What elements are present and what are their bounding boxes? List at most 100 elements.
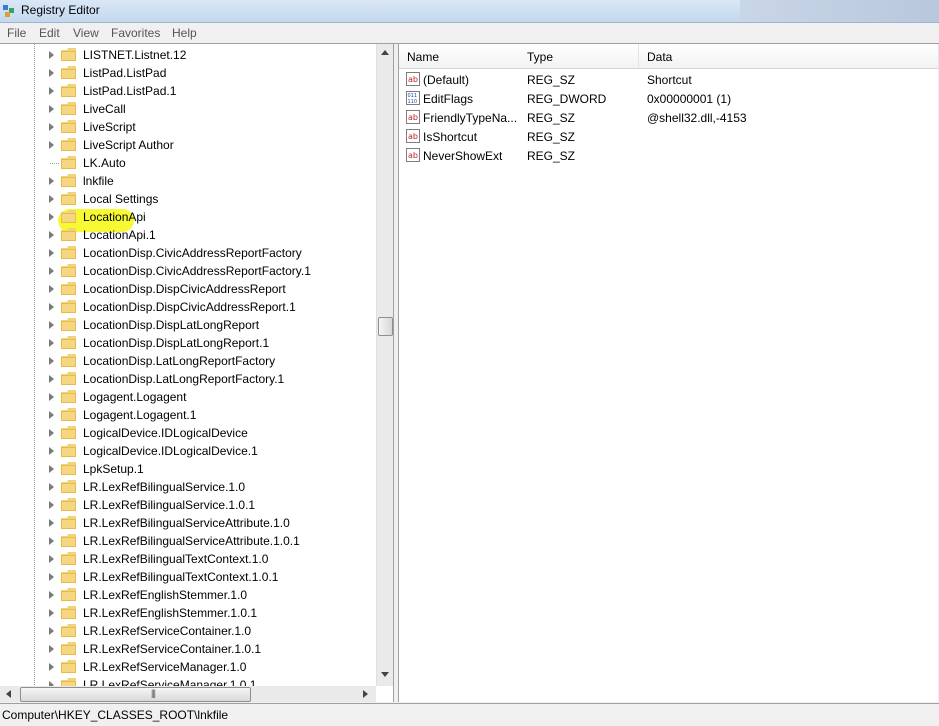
tree-item[interactable]: LR.LexRefEnglishStemmer.1.0	[0, 586, 376, 604]
tree-item[interactable]: LR.LexRefBilingualTextContext.1.0	[0, 550, 376, 568]
tree-item[interactable]: LR.LexRefBilingualTextContext.1.0.1	[0, 568, 376, 586]
expand-arrow-icon[interactable]	[49, 573, 54, 581]
tree-item[interactable]: LogicalDevice.IDLogicalDevice.1	[0, 442, 376, 460]
expand-arrow-icon[interactable]	[49, 663, 54, 671]
expand-arrow-icon[interactable]	[49, 339, 54, 347]
expand-arrow-icon[interactable]	[49, 501, 54, 509]
tree-item[interactable]: ListPad.ListPad.1	[0, 82, 376, 100]
expand-arrow-icon[interactable]	[49, 519, 54, 527]
expand-arrow-icon[interactable]	[49, 141, 54, 149]
tree-vertical-scrollbar[interactable]	[376, 44, 393, 686]
value-row[interactable]: ab FriendlyTypeNa... REG_SZ @shell32.dll,-4…	[399, 108, 938, 127]
expand-arrow-icon[interactable]	[49, 627, 54, 635]
tree-item[interactable]: LocationDisp.DispLatLongReport.1	[0, 334, 376, 352]
expand-arrow-icon[interactable]	[49, 483, 54, 491]
tree-item[interactable]: LocationDisp.CivicAddressReportFactory	[0, 244, 376, 262]
expand-arrow-icon[interactable]	[49, 393, 54, 401]
expand-arrow-icon[interactable]	[49, 357, 54, 365]
expand-arrow-icon[interactable]	[49, 429, 54, 437]
expand-arrow-icon[interactable]	[49, 303, 54, 311]
tree-item[interactable]: LiveCall	[0, 100, 376, 118]
tree-item[interactable]: LocationDisp.LatLongReportFactory.1	[0, 370, 376, 388]
menu-help[interactable]: Help	[172, 26, 197, 40]
tree-item[interactable]: LocationApi.1	[0, 226, 376, 244]
expand-arrow-icon[interactable]	[49, 195, 54, 203]
expand-arrow-icon[interactable]	[49, 645, 54, 653]
tree-item[interactable]: LiveScript	[0, 118, 376, 136]
tree-item[interactable]: LR.LexRefServiceManager.1.0.1	[0, 676, 376, 686]
expand-arrow-icon[interactable]	[49, 321, 54, 329]
tree-item[interactable]: LiveScript Author	[0, 136, 376, 154]
value-row[interactable]: 011 110 EditFlags REG_DWORD 0x00000001 (1)	[399, 89, 938, 108]
expand-arrow-icon[interactable]	[49, 267, 54, 275]
tree-item[interactable]: LISTNET.Listnet.12	[0, 46, 376, 64]
folder-icon	[61, 192, 77, 205]
expand-arrow-icon[interactable]	[49, 411, 54, 419]
tree-item[interactable]: Logagent.Logagent.1	[0, 406, 376, 424]
key-tree-pane[interactable]: LISTNET.Listnet.12 ListPad.ListPad ListPad…	[0, 44, 394, 702]
expand-arrow-icon[interactable]	[49, 447, 54, 455]
key-tree[interactable]: LISTNET.Listnet.12 ListPad.ListPad ListPad…	[0, 44, 376, 686]
menu-favorites[interactable]: Favorites	[111, 26, 160, 40]
scroll-down-arrow-icon[interactable]	[381, 672, 389, 677]
expand-arrow-icon[interactable]	[49, 51, 54, 59]
menu-view[interactable]: View	[73, 26, 99, 40]
tree-item-label: LocationDisp.DispCivicAddressReport	[83, 282, 286, 296]
column-header-type[interactable]: Type	[519, 44, 639, 69]
value-row[interactable]: ab IsShortcut REG_SZ	[399, 127, 938, 146]
expand-arrow-icon[interactable]	[49, 375, 54, 383]
horizontal-scroll-thumb[interactable]: |||	[20, 687, 251, 702]
tree-item[interactable]: LpkSetup.1	[0, 460, 376, 478]
folder-icon	[61, 84, 77, 97]
expand-arrow-icon[interactable]	[49, 231, 54, 239]
tree-item[interactable]: LocationDisp.DispCivicAddressReport.1	[0, 298, 376, 316]
expand-arrow-icon[interactable]	[49, 465, 54, 473]
menu-edit[interactable]: Edit	[39, 26, 60, 40]
tree-item[interactable]: Local Settings	[0, 190, 376, 208]
expand-arrow-icon[interactable]	[49, 87, 54, 95]
expand-arrow-icon[interactable]	[49, 555, 54, 563]
column-header-name[interactable]: Name	[399, 44, 520, 69]
expand-arrow-icon[interactable]	[49, 537, 54, 545]
tree-horizontal-scrollbar[interactable]: |||	[0, 686, 376, 702]
scroll-up-arrow-icon[interactable]	[381, 50, 389, 55]
tree-item-label: LISTNET.Listnet.12	[83, 48, 187, 62]
tree-item[interactable]: LocationApi	[0, 208, 376, 226]
expand-arrow-icon[interactable]	[49, 249, 54, 257]
expand-arrow-icon[interactable]	[49, 105, 54, 113]
expand-arrow-icon[interactable]	[49, 213, 54, 221]
expand-arrow-icon[interactable]	[49, 609, 54, 617]
tree-item[interactable]: ListPad.ListPad	[0, 64, 376, 82]
tree-item[interactable]: lnkfile	[0, 172, 376, 190]
tree-item[interactable]: LR.LexRefServiceManager.1.0	[0, 658, 376, 676]
column-header-data[interactable]: Data	[639, 44, 939, 69]
value-row[interactable]: ab NeverShowExt REG_SZ	[399, 146, 938, 165]
tree-item[interactable]: LogicalDevice.IDLogicalDevice	[0, 424, 376, 442]
expand-arrow-icon[interactable]	[49, 69, 54, 77]
tree-item[interactable]: LR.LexRefBilingualServiceAttribute.1.0	[0, 514, 376, 532]
tree-item[interactable]: LocationDisp.DispCivicAddressReport	[0, 280, 376, 298]
tree-item[interactable]: Logagent.Logagent	[0, 388, 376, 406]
tree-item[interactable]: LR.LexRefServiceContainer.1.0	[0, 622, 376, 640]
tree-item[interactable]: LR.LexRefBilingualService.1.0.1	[0, 496, 376, 514]
folder-icon	[61, 264, 77, 277]
tree-item[interactable]: LR.LexRefBilingualServiceAttribute.1.0.1	[0, 532, 376, 550]
expand-arrow-icon[interactable]	[49, 123, 54, 131]
tree-item[interactable]: LR.LexRefServiceContainer.1.0.1	[0, 640, 376, 658]
scroll-right-arrow-icon[interactable]	[363, 690, 368, 698]
tree-item[interactable]: LR.LexRefEnglishStemmer.1.0.1	[0, 604, 376, 622]
vertical-scroll-thumb[interactable]	[378, 317, 393, 336]
tree-item[interactable]: LK.Auto	[0, 154, 376, 172]
status-bar: Computer\HKEY_CLASSES_ROOT\lnkfile	[0, 703, 939, 726]
menu-file[interactable]: File	[7, 26, 26, 40]
expand-arrow-icon[interactable]	[49, 285, 54, 293]
value-row[interactable]: ab (Default) REG_SZ Shortcut	[399, 70, 938, 89]
tree-item[interactable]: LocationDisp.LatLongReportFactory	[0, 352, 376, 370]
tree-item[interactable]: LocationDisp.DispLatLongReport	[0, 316, 376, 334]
tree-item[interactable]: LR.LexRefBilingualService.1.0	[0, 478, 376, 496]
expand-arrow-icon[interactable]	[49, 591, 54, 599]
expand-arrow-icon[interactable]	[49, 177, 54, 185]
scroll-left-arrow-icon[interactable]	[6, 690, 11, 698]
tree-item[interactable]: LocationDisp.CivicAddressReportFactory.1	[0, 262, 376, 280]
values-pane[interactable]: Name Type Data ab (Default) REG_SZ Shortcut…	[398, 44, 939, 702]
